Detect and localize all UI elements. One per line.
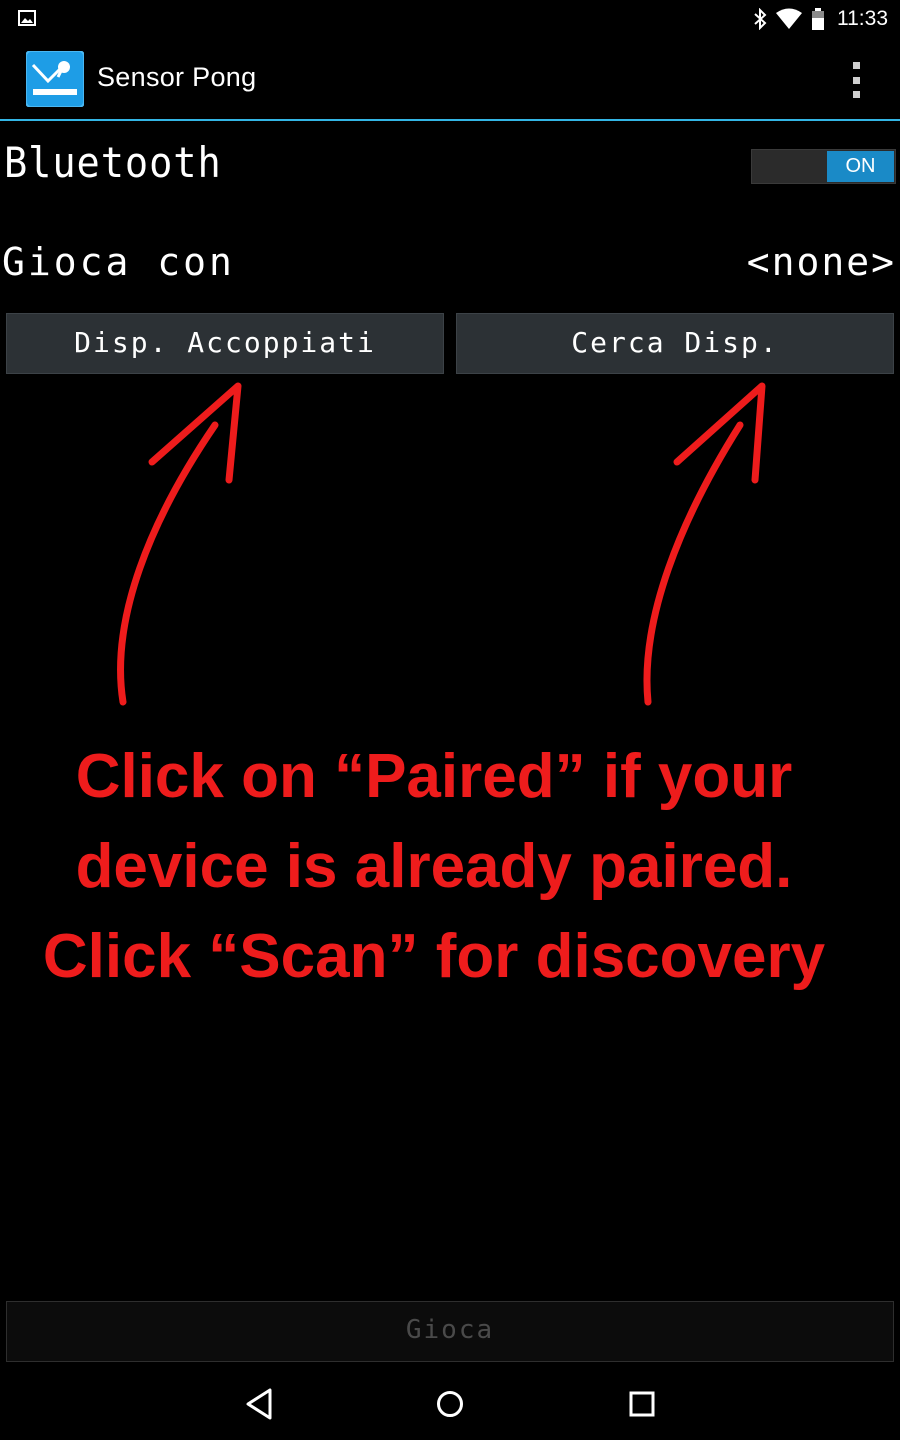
action-bar: Sensor Pong <box>0 38 900 121</box>
annotation-line: Click “Scan” for discovery <box>42 922 826 991</box>
sensor-pong-app-icon[interactable] <box>26 51 84 107</box>
recents-icon[interactable] <box>620 1382 664 1426</box>
wifi-icon <box>776 8 802 29</box>
annotation-text: Click on “Paired” if your device is alre… <box>0 732 868 1002</box>
left-arrow <box>117 382 242 706</box>
bluetooth-label: Bluetooth <box>4 138 222 187</box>
right-arrow <box>643 382 766 706</box>
play-with-label: Gioca con <box>2 240 235 284</box>
status-icons: 11:33 <box>753 0 888 38</box>
bluetooth-toggle[interactable]: ON <box>751 149 896 184</box>
back-icon[interactable] <box>236 1382 280 1426</box>
overflow-dot <box>852 76 860 84</box>
status-time: 11:33 <box>837 7 888 30</box>
bluetooth-icon <box>754 8 767 30</box>
battery-icon <box>812 8 824 30</box>
home-icon[interactable] <box>428 1382 472 1426</box>
annotation-line: Click on “Paired” if your <box>75 742 793 811</box>
status-bar: 11:33 <box>0 0 900 38</box>
nav-bar <box>0 1368 900 1440</box>
overflow-dot <box>852 62 860 69</box>
overflow-dot <box>852 91 860 98</box>
overflow-menu-icon[interactable] <box>846 62 866 98</box>
app-title: Sensor Pong <box>97 62 257 92</box>
picture-icon <box>18 10 36 26</box>
annotation-line: device is already paired. <box>75 832 793 901</box>
play-button: Gioca <box>6 1301 894 1362</box>
selected-device-value: <none> <box>746 240 896 284</box>
bluetooth-toggle-state: ON <box>827 151 894 182</box>
annotation-arrows <box>117 382 766 706</box>
paired-devices-button[interactable]: Disp. Accoppiati <box>6 313 444 374</box>
scan-devices-button[interactable]: Cerca Disp. <box>456 313 894 374</box>
